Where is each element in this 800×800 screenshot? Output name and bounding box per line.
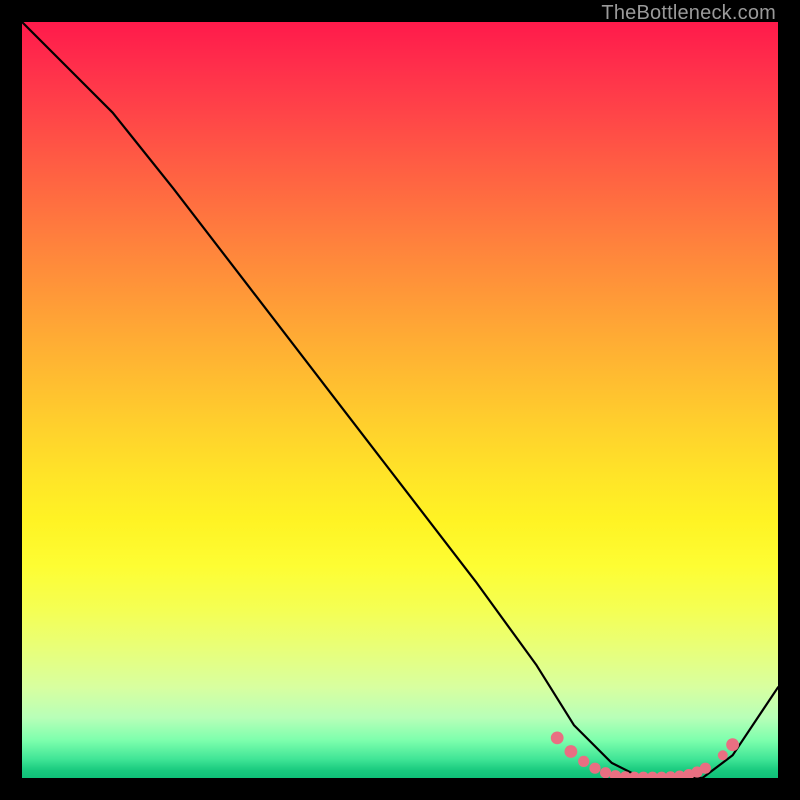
chart-frame: TheBottleneck.com [0, 0, 800, 800]
curve-layer [22, 22, 778, 778]
valley-dot [726, 738, 739, 751]
valley-dot [589, 763, 600, 774]
valley-dot [610, 770, 621, 778]
valley-dot [718, 750, 728, 760]
bottleneck-curve-line [22, 22, 778, 778]
plot-area [22, 22, 778, 778]
valley-dot [600, 767, 611, 778]
valley-dot [551, 732, 564, 745]
valley-dot [578, 756, 589, 767]
valley-dot [565, 745, 578, 758]
valley-dot [700, 763, 711, 774]
